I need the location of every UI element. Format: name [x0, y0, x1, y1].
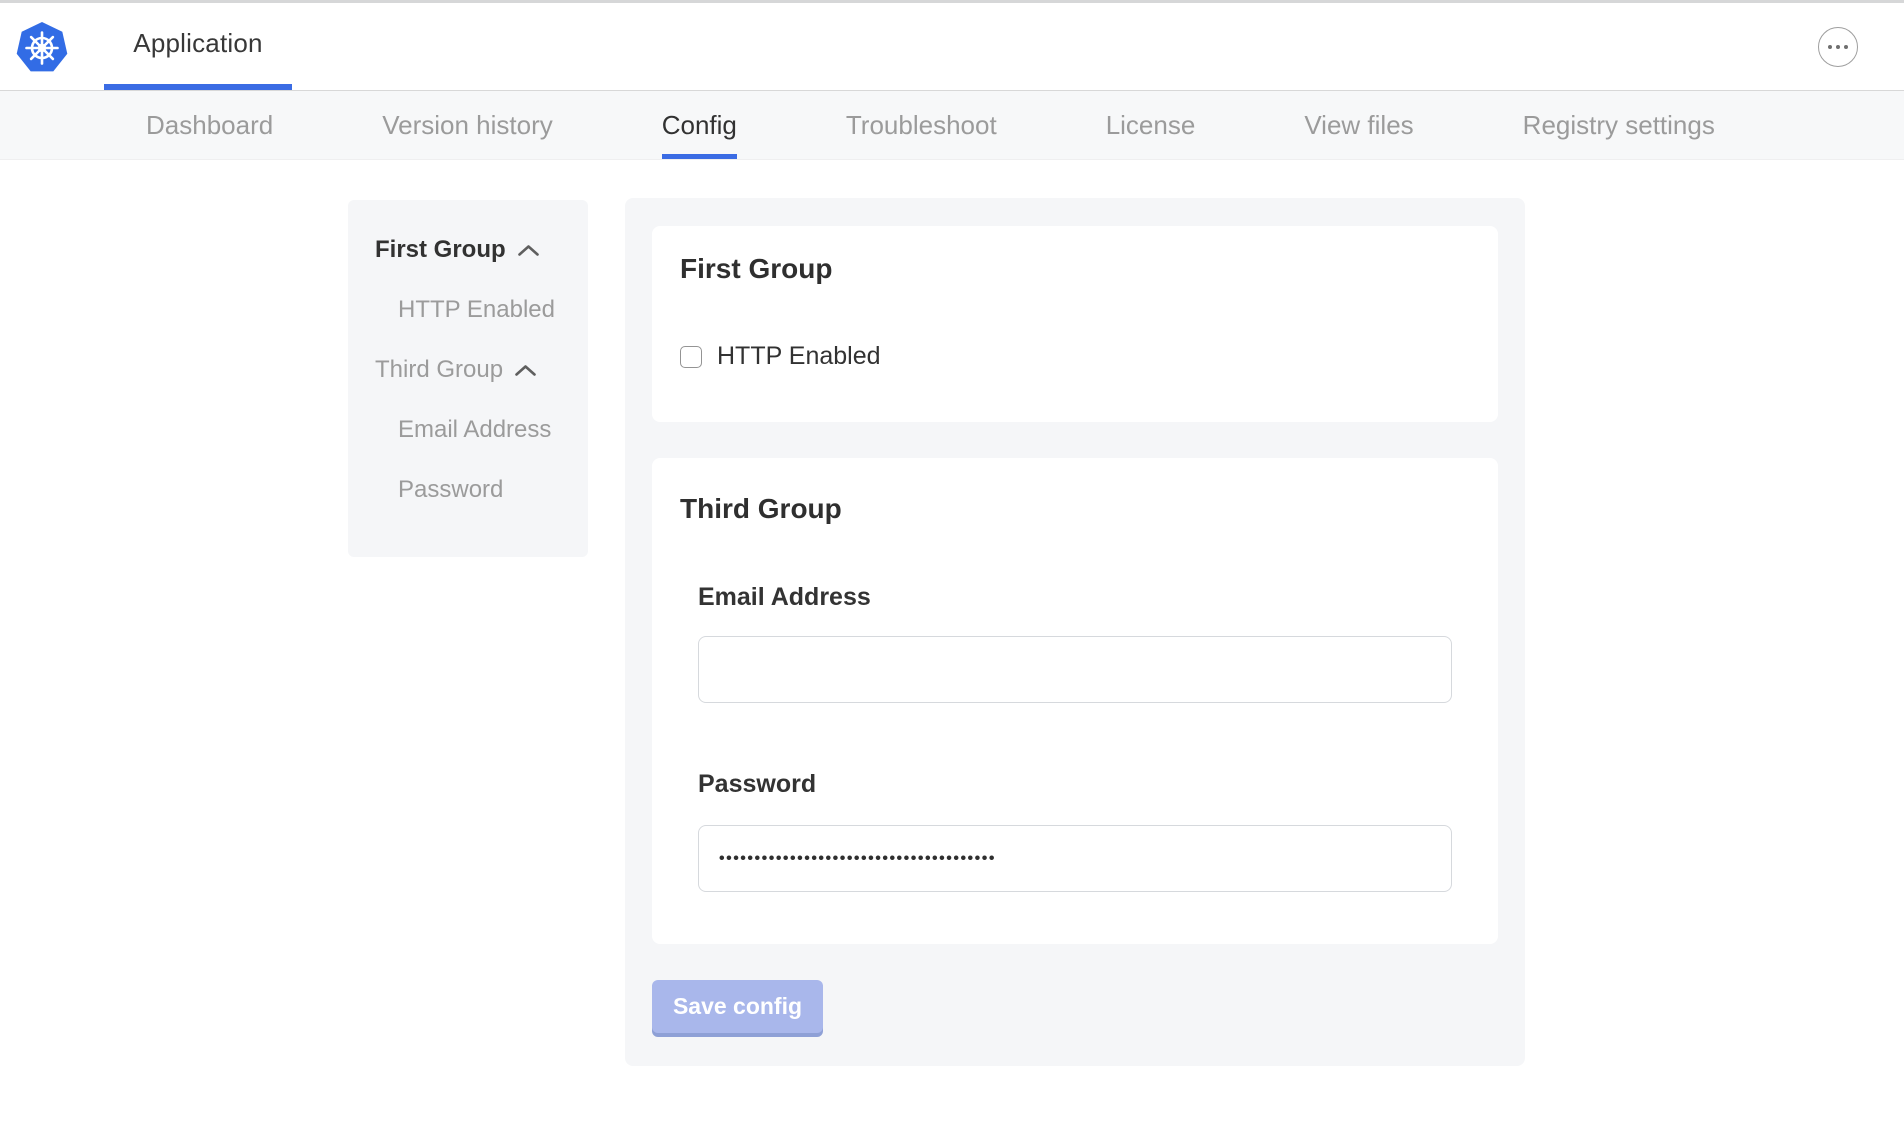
app-header: Application — [0, 0, 1904, 91]
tab-troubleshoot[interactable]: Troubleshoot — [846, 91, 997, 159]
http-enabled-label[interactable]: HTTP Enabled — [717, 342, 881, 371]
config-nav-sidebar: First Group HTTP Enabled Third Group Ema… — [348, 200, 588, 557]
config-nav-email-address[interactable]: Email Address — [398, 416, 588, 444]
config-group-card-first: First Group HTTP Enabled — [652, 226, 1498, 422]
group-title: Third Group — [680, 492, 1470, 526]
tab-license[interactable]: License — [1106, 91, 1196, 159]
group-title: First Group — [680, 252, 1470, 286]
chevron-up-icon[interactable] — [514, 364, 537, 377]
config-group-card-third: Third Group Email Address Password — [652, 458, 1498, 944]
email-address-label: Email Address — [698, 582, 1470, 612]
config-nav-third-group[interactable]: Third Group — [375, 356, 588, 384]
save-config-button[interactable]: Save config — [652, 980, 823, 1033]
password-input[interactable] — [698, 825, 1452, 892]
chevron-up-icon[interactable] — [517, 244, 540, 257]
email-address-field: Email Address — [698, 582, 1470, 703]
email-address-input[interactable] — [698, 636, 1452, 703]
tab-dashboard[interactable]: Dashboard — [146, 91, 273, 159]
kubernetes-logo-icon — [16, 22, 68, 74]
tab-version-history[interactable]: Version history — [382, 91, 553, 159]
password-label: Password — [698, 769, 1470, 799]
password-field: Password — [698, 769, 1470, 892]
config-nav-http-enabled[interactable]: HTTP Enabled — [398, 296, 588, 324]
config-main-panel: First Group HTTP Enabled Third Group Ema… — [625, 198, 1525, 1066]
app-subnav: Dashboard Version history Config Trouble… — [0, 91, 1904, 160]
tab-application[interactable]: Application — [104, 3, 292, 90]
config-nav-password[interactable]: Password — [398, 476, 588, 504]
tab-view-files[interactable]: View files — [1304, 91, 1413, 159]
app-title: Application — [133, 28, 262, 59]
ellipsis-icon — [1828, 45, 1833, 50]
config-nav-first-group[interactable]: First Group — [375, 236, 588, 264]
tab-registry-settings[interactable]: Registry settings — [1523, 91, 1715, 159]
tab-config[interactable]: Config — [662, 91, 737, 159]
http-enabled-checkbox[interactable] — [680, 346, 702, 368]
http-enabled-field: HTTP Enabled — [680, 342, 1470, 371]
overflow-menu-button[interactable] — [1818, 27, 1858, 67]
